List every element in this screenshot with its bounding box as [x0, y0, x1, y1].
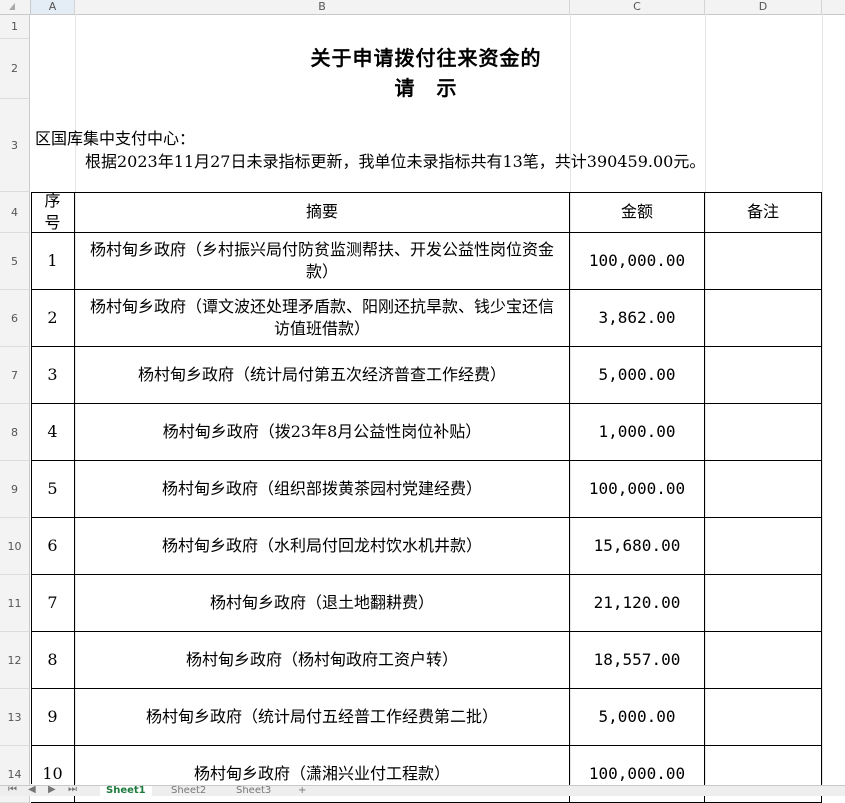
first-sheet-icon[interactable]: ⏮ [8, 786, 17, 795]
cell-summary[interactable]: 杨村甸乡政府（水利局付回龙村饮水机井款） [75, 518, 570, 575]
cell-amount[interactable]: 100,000.00 [570, 233, 705, 290]
column-header-c[interactable]: C [570, 0, 705, 14]
sheet-tab-bar: ⏮ ◀ ▶ ⏭ Sheet1 Sheet2 Sheet3 + [0, 785, 845, 796]
cell-seq[interactable]: 4 [31, 404, 75, 461]
body-paragraph[interactable]: 根据2023年11月27日未录指标更新，我单位未录指标共有13笔，共计39045… [85, 148, 705, 172]
prev-sheet-icon[interactable]: ◀ [28, 786, 36, 795]
cell-amount[interactable]: 1,000.00 [570, 404, 705, 461]
cell-summary[interactable]: 杨村甸乡政府（谭文波还处理矛盾款、阳刚还抗旱款、钱少宝还信访值班借款） [75, 290, 570, 347]
cell-amount[interactable]: 18,557.00 [570, 632, 705, 689]
row-header-2[interactable]: 2 [0, 39, 30, 99]
cell-remark[interactable] [705, 233, 822, 290]
header-seq[interactable]: 序号 [31, 191, 75, 233]
cell-amount[interactable]: 5,000.00 [570, 347, 705, 404]
row-header-1[interactable]: 1 [0, 15, 30, 39]
column-header-d[interactable]: D [705, 0, 822, 14]
cell-remark[interactable] [705, 347, 822, 404]
cell-summary[interactable]: 杨村甸乡政府（统计局付第五次经济普查工作经费） [75, 347, 570, 404]
column-header-a[interactable]: A [31, 0, 75, 14]
row-header-10[interactable]: 10 [0, 518, 30, 575]
cell-amount[interactable]: 5,000.00 [570, 689, 705, 746]
row-header-12[interactable]: 12 [0, 632, 30, 689]
cell-summary[interactable]: 杨村甸乡政府（组织部拨黄茶园村党建经费） [75, 461, 570, 518]
row-header-9[interactable]: 9 [0, 461, 30, 518]
cell-summary[interactable]: 杨村甸乡政府（退土地翻耕费） [75, 575, 570, 632]
column-header-b[interactable]: B [75, 0, 570, 14]
cell-seq[interactable]: 2 [31, 290, 75, 347]
cell-amount[interactable]: 21,120.00 [570, 575, 705, 632]
cell-remark[interactable] [705, 290, 822, 347]
cell-amount[interactable]: 15,680.00 [570, 518, 705, 575]
row-header-6[interactable]: 6 [0, 290, 30, 347]
row-header-7[interactable]: 7 [0, 347, 30, 404]
cell-summary[interactable]: 杨村甸乡政府（杨村甸政府工资户转） [75, 632, 570, 689]
header-summary[interactable]: 摘要 [75, 192, 570, 233]
next-sheet-icon[interactable]: ▶ [48, 786, 56, 795]
last-sheet-icon[interactable]: ⏭ [68, 786, 77, 795]
cell-seq[interactable]: 7 [31, 575, 75, 632]
cell-remark[interactable] [705, 632, 822, 689]
select-all-corner[interactable] [0, 0, 31, 14]
header-remark[interactable]: 备注 [705, 192, 822, 233]
cell-remark[interactable] [705, 575, 822, 632]
cell-amount[interactable]: 100,000.00 [570, 461, 705, 518]
cell-seq[interactable]: 1 [31, 233, 75, 290]
cell-summary[interactable]: 杨村甸乡政府（乡村振兴局付防贫监测帮扶、开发公益性岗位资金款） [75, 233, 570, 290]
document-title-line1[interactable]: 关于申请拨付往来资金的 [31, 42, 821, 71]
cell-seq[interactable]: 8 [31, 632, 75, 689]
row-header-8[interactable]: 8 [0, 404, 30, 461]
cell-seq[interactable]: 5 [31, 461, 75, 518]
cell-seq[interactable]: 3 [31, 347, 75, 404]
cell-amount[interactable]: 3,862.00 [570, 290, 705, 347]
cell-summary[interactable]: 杨村甸乡政府（拨23年8月公益性岗位补贴） [75, 404, 570, 461]
row-header-3[interactable]: 3 [0, 99, 30, 192]
row-header-4[interactable]: 4 [0, 192, 30, 233]
row-header-5[interactable]: 5 [0, 233, 30, 290]
column-header-bar: A B C D [0, 0, 845, 15]
cell-summary[interactable]: 杨村甸乡政府（统计局付五经普工作经费第二批） [75, 689, 570, 746]
cell-seq[interactable]: 9 [31, 689, 75, 746]
document-title-line2[interactable]: 请 示 [31, 72, 821, 101]
addressee-text[interactable]: 区国库集中支付中心： [35, 125, 195, 149]
select-all-icon [9, 3, 15, 10]
row-header-13[interactable]: 13 [0, 689, 30, 746]
cell-seq[interactable]: 6 [31, 518, 75, 575]
cell-remark[interactable] [705, 689, 822, 746]
cell-remark[interactable] [705, 461, 822, 518]
row-header-11[interactable]: 11 [0, 575, 30, 632]
header-amount[interactable]: 金额 [570, 192, 705, 233]
cell-remark[interactable] [705, 518, 822, 575]
cell-remark[interactable] [705, 404, 822, 461]
gridline [822, 14, 823, 784]
